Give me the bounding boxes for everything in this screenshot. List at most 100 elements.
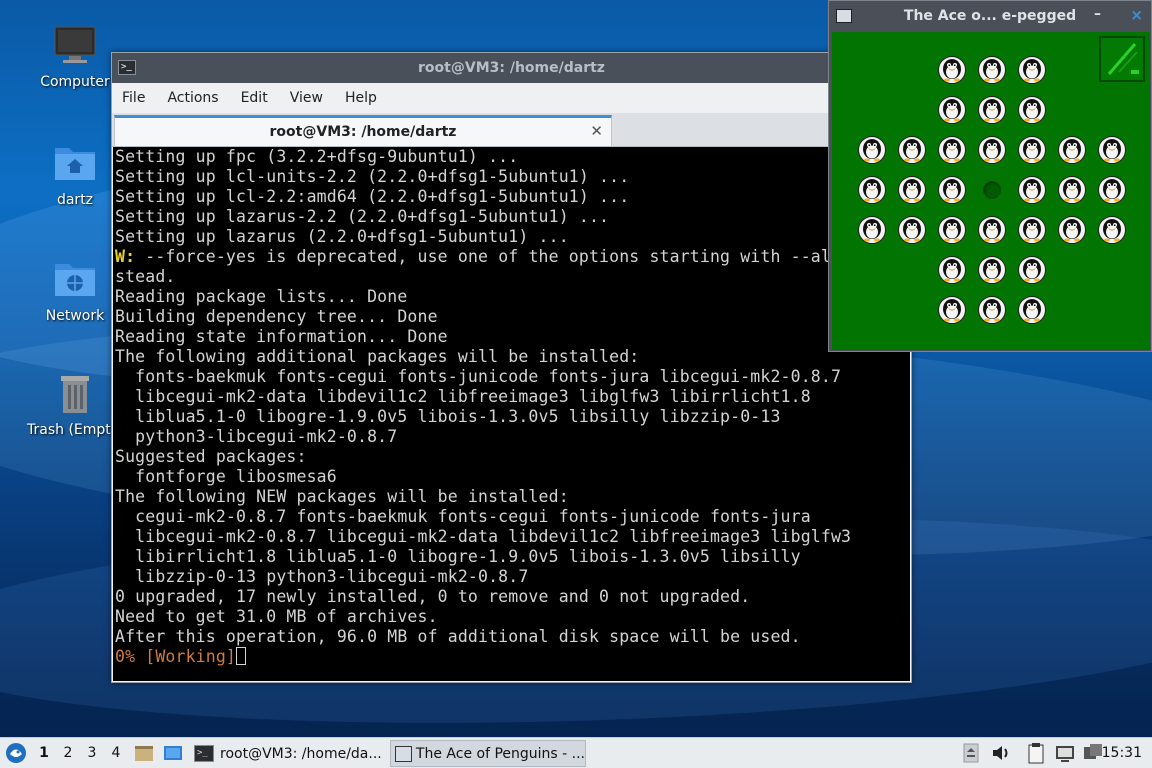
peg-board[interactable] — [832, 32, 1150, 350]
desktop-icon-label: dartz — [56, 192, 94, 208]
penguin-peg-icon[interactable] — [938, 296, 966, 324]
desktop-icon-home-folder[interactable]: dartz — [27, 142, 123, 208]
penguin-peg-icon[interactable] — [898, 216, 926, 244]
show-desktop-icon[interactable] — [163, 743, 183, 767]
terminal-line: fontforge libosmesa6 — [115, 467, 337, 486]
penguin-peg-icon[interactable] — [1098, 216, 1126, 244]
terminal-line: Reading state information... Done — [115, 327, 448, 346]
penguin-peg-icon[interactable] — [1018, 136, 1046, 164]
penguin-peg-icon[interactable] — [978, 216, 1006, 244]
penguin-peg-icon[interactable] — [1018, 56, 1046, 84]
penguin-peg-icon[interactable] — [978, 56, 1006, 84]
penguin-peg-icon[interactable] — [978, 256, 1006, 284]
terminal-line: Suggested packages: — [115, 447, 307, 466]
ace-task-icon — [395, 745, 412, 762]
penguin-peg-icon[interactable] — [1058, 176, 1086, 204]
terminal-app-icon: >_ — [118, 60, 136, 75]
trash-icon — [53, 372, 97, 416]
workspace-2[interactable]: 2 — [56, 745, 80, 761]
penguin-peg-icon[interactable] — [1058, 216, 1086, 244]
warning-prefix: W: — [115, 247, 136, 266]
terminal-line: Setting up lazarus (2.2.0+dfsg1-5ubuntu1… — [115, 227, 569, 246]
menu-actions[interactable]: Actions — [167, 90, 218, 106]
penguin-peg-icon[interactable] — [938, 136, 966, 164]
workspace-4[interactable]: 4 — [104, 745, 128, 761]
close-icon[interactable]: × — [1130, 6, 1143, 24]
workspace-3[interactable]: 3 — [80, 745, 104, 761]
terminal-menubar: File Actions Edit View Help — [112, 83, 911, 113]
terminal-line: Setting up lcl-2.2:amd64 (2.2.0+dfsg1-5u… — [115, 187, 630, 206]
terminal-line: The following additional packages will b… — [115, 347, 640, 366]
penguin-peg-icon[interactable] — [858, 136, 886, 164]
file-manager-launcher-icon[interactable] — [134, 743, 154, 767]
terminal-window: >_ root@VM3: /home/dartz File Actions Ed… — [111, 52, 912, 683]
penguin-peg-icon[interactable] — [1018, 256, 1046, 284]
ace-of-penguins-window: The Ace o... e-pegged – × — [828, 0, 1152, 352]
terminal-line: The following NEW packages will be insta… — [115, 487, 569, 506]
taskbar-task-label: The Ace of Penguins - ... — [415, 745, 585, 762]
penguin-peg-icon[interactable] — [1018, 296, 1046, 324]
taskbar-task-label: root@VM3: /home/da... — [220, 745, 382, 762]
terminal-line: stead. — [115, 267, 176, 286]
clipboard-icon[interactable] — [1026, 742, 1046, 764]
penguin-peg-icon[interactable] — [898, 176, 926, 204]
penguin-peg-icon[interactable] — [898, 136, 926, 164]
penguin-peg-icon[interactable] — [1058, 136, 1086, 164]
penguin-peg-icon[interactable] — [938, 216, 966, 244]
home-folder-icon — [53, 142, 97, 186]
penguin-peg-icon[interactable] — [978, 96, 1006, 124]
network-status-icon[interactable] — [1054, 742, 1076, 764]
penguin-peg-icon[interactable] — [1098, 176, 1126, 204]
terminal-line: liblua5.1-0 libogre-1.9.0v5 libois-1.3.0… — [115, 407, 781, 426]
penguin-peg-icon[interactable] — [938, 256, 966, 284]
terminal-warning-line: W: --force-yes is deprecated, use one of… — [115, 247, 910, 267]
terminal-line: libirrlicht1.8 liblua5.1-0 libogre-1.9.0… — [115, 547, 801, 566]
ace-title-bar[interactable]: The Ace o... e-pegged – × — [829, 1, 1151, 31]
desktop-icon-computer[interactable]: Computer — [27, 24, 123, 90]
penguin-peg-icon[interactable] — [938, 96, 966, 124]
volume-icon[interactable] — [990, 742, 1012, 764]
taskbar-task-terminal[interactable]: >_ root@VM3: /home/da... — [190, 740, 386, 767]
clock[interactable]: 15:31 — [1102, 745, 1142, 761]
terminal-line: libcegui-mk2-data libdevil1c2 libfreeima… — [115, 387, 811, 406]
close-tab-icon[interactable]: ✕ — [590, 122, 603, 140]
menu-file[interactable]: File — [122, 90, 145, 106]
penguin-peg-icon[interactable] — [938, 56, 966, 84]
terminal-title-bar[interactable]: >_ root@VM3: /home/dartz — [112, 53, 911, 83]
terminal-output[interactable]: Setting up fpc (3.2.2+dfsg-9ubuntu1) ...… — [113, 147, 910, 681]
menu-edit[interactable]: Edit — [241, 90, 268, 106]
penguin-peg-icon[interactable] — [1098, 136, 1126, 164]
taskbar: 1 2 3 4 >_ root@VM3: /home/da... The Ace… — [0, 737, 1152, 768]
empty-hole[interactable] — [983, 181, 1001, 199]
terminal-tab[interactable]: root@VM3: /home/dartz ✕ — [114, 115, 612, 146]
workspace-1[interactable]: 1 — [32, 745, 56, 761]
penguin-peg-icon[interactable] — [1018, 96, 1046, 124]
minimize-icon[interactable]: – — [1094, 6, 1101, 22]
penguin-peg-icon[interactable] — [938, 176, 966, 204]
desktop-icon-network[interactable]: Network — [27, 258, 123, 324]
penguin-peg-icon[interactable] — [858, 216, 886, 244]
tray-arrow-icon[interactable] — [962, 742, 980, 764]
workspace-switcher: 1 2 3 4 — [32, 745, 128, 761]
penguin-peg-icon[interactable] — [1018, 216, 1046, 244]
desktop-icon-label: Computer — [40, 74, 110, 90]
penguin-peg-icon[interactable] — [858, 176, 886, 204]
game-menu-button[interactable] — [1099, 36, 1145, 82]
menu-view[interactable]: View — [290, 90, 323, 106]
terminal-line: libcegui-mk2-0.8.7 libcegui-mk2-data lib… — [115, 527, 852, 546]
penguin-peg-icon[interactable] — [978, 136, 1006, 164]
start-menu-icon[interactable] — [5, 742, 27, 768]
warning-text: --force-yes is deprecated, use one of th… — [135, 247, 842, 266]
desktop-icon-trash[interactable]: Trash (Empty) — [27, 372, 125, 438]
penguin-peg-icon[interactable] — [1018, 176, 1046, 204]
window-icon — [836, 9, 852, 23]
terminal-line: 0 upgraded, 17 newly installed, 0 to rem… — [115, 587, 751, 606]
terminal-line: libzzip-0-13 python3-libcegui-mk2-0.8.7 — [115, 567, 529, 586]
terminal-line: fonts-baekmuk fonts-cegui fonts-junicode… — [115, 367, 842, 386]
menu-help[interactable]: Help — [345, 90, 377, 106]
terminal-line: Need to get 31.0 MB of archives. — [115, 607, 438, 626]
taskbar-task-ace[interactable]: The Ace of Penguins - ... — [390, 740, 586, 767]
terminal-line: Setting up fpc (3.2.2+dfsg-9ubuntu1) ... — [115, 147, 519, 166]
terminal-progress-line: 0% [Working] — [115, 647, 910, 667]
penguin-peg-icon[interactable] — [978, 296, 1006, 324]
